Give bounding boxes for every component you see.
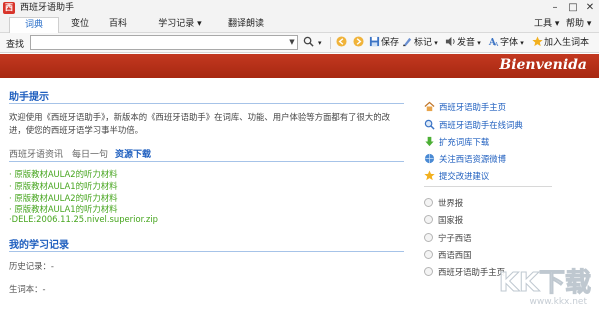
add-vocab-label: 加入生词本 bbox=[544, 38, 590, 48]
watermark-url: www.kkx.net bbox=[529, 297, 588, 307]
svg-text:A: A bbox=[493, 42, 499, 47]
star-icon bbox=[532, 36, 543, 47]
back-button[interactable] bbox=[336, 36, 348, 50]
record-divider bbox=[9, 251, 404, 252]
radio-circle-icon bbox=[424, 267, 433, 276]
watermark-logo: KK下载 bbox=[498, 268, 591, 299]
sidebar-link-feedback[interactable]: 提交改进建议 bbox=[424, 170, 489, 182]
window-title: 西班牙语助手 bbox=[20, 3, 75, 13]
star-icon bbox=[424, 170, 435, 181]
pronounce-button[interactable]: 发音 ▾ bbox=[445, 36, 481, 50]
tips-divider bbox=[9, 103, 404, 104]
search-label: 查找 bbox=[6, 40, 25, 50]
search-input[interactable] bbox=[30, 35, 298, 50]
mark-label: 标记 bbox=[414, 38, 433, 48]
subtab-resource-download[interactable]: 资源下载 bbox=[115, 147, 151, 160]
radio-label: 世界报 bbox=[438, 198, 464, 208]
globe-icon bbox=[424, 153, 435, 164]
search-options-icon[interactable]: ▾ bbox=[318, 36, 322, 50]
subtab-daily-sentence[interactable]: 每日一句 bbox=[72, 147, 108, 160]
font-button[interactable]: A A 字体 ▾ bbox=[488, 36, 524, 50]
sidebar-link-label: 提交改进建议 bbox=[439, 171, 490, 181]
sidebar-link-weibo[interactable]: 关注西语资源微博 bbox=[424, 153, 506, 165]
download-link[interactable]: ·DELE:2006.11.25.nivel.superior.zip bbox=[9, 214, 158, 224]
subtab-news[interactable]: 西班牙语资讯 bbox=[9, 147, 63, 160]
sidebar-link-download[interactable]: 扩充词库下载 bbox=[424, 136, 489, 148]
radio-circle-icon bbox=[424, 250, 433, 259]
sidebar-link-home[interactable]: 西班牙语助手主页 bbox=[424, 101, 506, 113]
sidebar-link-label: 西班牙语助手主页 bbox=[439, 102, 506, 112]
forward-button[interactable] bbox=[353, 36, 365, 50]
radio-label: 西语西国 bbox=[438, 250, 472, 260]
radio-label: 宁子西语 bbox=[438, 233, 472, 243]
history-record: 历史记录：- bbox=[9, 261, 54, 271]
close-button[interactable]: ✕ bbox=[583, 1, 597, 15]
mark-button[interactable]: 标记 ▾ bbox=[402, 36, 438, 50]
welcome-banner: Bienvenida bbox=[0, 54, 599, 78]
tab-dictionary[interactable]: 词典 bbox=[9, 17, 59, 33]
speaker-icon bbox=[445, 36, 455, 47]
sidebar-link-label: 西班牙语助手在线词典 bbox=[439, 120, 523, 130]
help-menu[interactable]: 帮助 ▾ bbox=[566, 17, 591, 32]
forward-arrow-icon bbox=[353, 36, 364, 47]
search-icon bbox=[424, 119, 435, 130]
subtab-divider bbox=[9, 161, 404, 162]
home-icon bbox=[424, 101, 435, 112]
tips-paragraph: 欢迎使用《西班牙语助手》，新版本的《西班牙语助手》在词库、功能、用户体验等方面都… bbox=[9, 112, 391, 135]
search-dropdown-icon[interactable]: ▼ bbox=[287, 36, 297, 49]
sidebar-link-label: 扩充词库下载 bbox=[439, 137, 490, 147]
app-logo-icon: 西 bbox=[3, 2, 15, 14]
save-icon bbox=[369, 36, 380, 47]
radio-label: 国家报 bbox=[438, 215, 464, 225]
sidebar-link-label: 关注西语资源微博 bbox=[439, 154, 506, 164]
save-button[interactable]: 保存 bbox=[369, 36, 399, 50]
add-vocab-button[interactable]: 加入生词本 bbox=[532, 36, 589, 50]
font-icon: AA bbox=[488, 37, 499, 47]
watermark: KK下载 www.kkx.net bbox=[469, 262, 591, 310]
tab-encyclopedia[interactable]: 百科 bbox=[98, 17, 138, 33]
search-icon bbox=[303, 36, 314, 47]
sidebar-link-online-dict[interactable]: 西班牙语助手在线词典 bbox=[424, 119, 523, 131]
toolbar-divider bbox=[330, 37, 331, 49]
search-button[interactable] bbox=[303, 36, 315, 50]
tab-translate-read[interactable]: 翻译朗读 bbox=[220, 17, 272, 33]
study-record-title: 我的学习记录 bbox=[9, 240, 69, 251]
tips-title: 助手提示 bbox=[9, 92, 49, 103]
mark-icon bbox=[402, 37, 412, 47]
minimize-button[interactable]: – bbox=[548, 1, 562, 15]
download-link[interactable]: · 原版教材AULA2的听力材料 bbox=[9, 168, 117, 180]
radio-circle-icon bbox=[424, 215, 433, 224]
font-label: 字体 bbox=[500, 38, 519, 48]
sidebar-divider bbox=[424, 186, 552, 187]
radio-circle-icon bbox=[424, 233, 433, 242]
menu-bar: 词典 变位 百科 学习记录 ▾ 翻译朗读 工具 ▾ 帮助 ▾ bbox=[0, 16, 599, 33]
save-label: 保存 bbox=[381, 38, 400, 48]
banner-title: Bienvenida bbox=[499, 57, 587, 73]
radio-option[interactable]: 国家报 bbox=[424, 214, 463, 226]
radio-option[interactable]: 西语西国 bbox=[424, 249, 472, 261]
radio-option[interactable]: 宁子西语 bbox=[424, 232, 472, 244]
download-link[interactable]: · 原版教材AULA1的听力材料 bbox=[9, 180, 117, 192]
title-bar: 西 西班牙语助手 – □ ✕ bbox=[0, 0, 599, 16]
vocab-record: 生词本：- bbox=[9, 284, 46, 294]
tools-menu[interactable]: 工具 ▾ bbox=[534, 17, 559, 32]
download-arrow-icon bbox=[425, 136, 434, 147]
tab-study-record[interactable]: 学习记录 ▾ bbox=[145, 17, 215, 33]
back-arrow-icon bbox=[336, 36, 347, 47]
maximize-button[interactable]: □ bbox=[566, 1, 580, 15]
radio-circle-icon bbox=[424, 198, 433, 207]
pronounce-label: 发音 bbox=[457, 38, 476, 48]
radio-option[interactable]: 世界报 bbox=[424, 197, 463, 209]
search-toolbar: 查找 ▼ ▾ 保存 标记 ▾ 发音 ▾ A A 字体 ▾ 加入生词本 bbox=[0, 33, 599, 53]
tab-conjugation[interactable]: 变位 bbox=[60, 17, 100, 33]
